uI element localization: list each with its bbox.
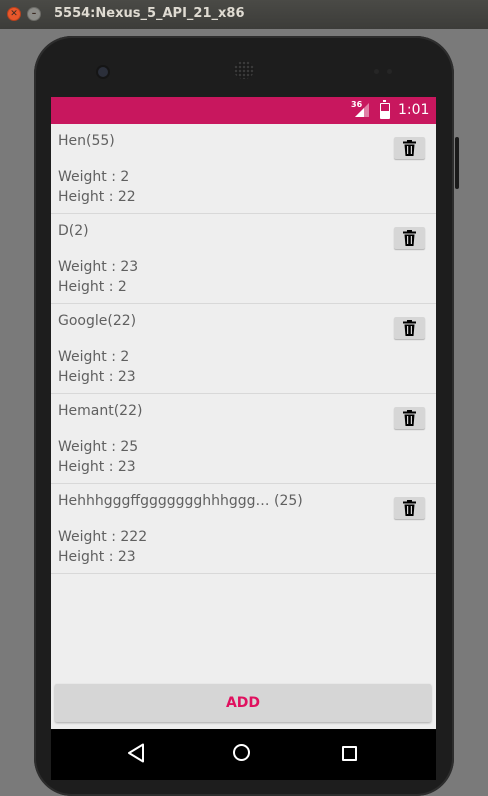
delete-button[interactable] — [394, 317, 425, 339]
item-list: Hen(55) Weight : 2 Height : 22 D(2) Weig… — [51, 124, 436, 574]
home-icon[interactable] — [233, 744, 250, 761]
trash-icon — [403, 500, 416, 516]
delete-button[interactable] — [394, 497, 425, 519]
item-weight: Weight : 23 — [58, 259, 139, 275]
item-name: Hen(55) — [58, 133, 115, 149]
item-height: Height : 22 — [58, 189, 136, 205]
item-name: Google(22) — [58, 313, 137, 329]
device-screen: 36 1:01 Hen(55) Weight : 2 Height : 22 D… — [51, 97, 436, 780]
item-name: D(2) — [58, 223, 89, 239]
item-weight: Weight : 25 — [58, 439, 139, 455]
delete-button[interactable] — [394, 407, 425, 429]
back-icon[interactable] — [127, 743, 145, 763]
minimize-icon: – — [31, 9, 37, 19]
front-camera — [98, 67, 108, 77]
item-height: Height : 2 — [58, 279, 127, 295]
add-button[interactable]: ADD — [55, 684, 431, 722]
navigation-bar — [51, 729, 436, 780]
item-weight: Weight : 222 — [58, 529, 148, 545]
power-button[interactable] — [455, 137, 459, 189]
delete-button[interactable] — [394, 227, 425, 249]
list-item[interactable]: Google(22) Weight : 2 Height : 23 — [51, 304, 436, 394]
item-height: Height : 23 — [58, 369, 136, 385]
status-bar: 36 1:01 — [51, 97, 436, 124]
recents-icon[interactable] — [342, 746, 357, 761]
item-name: Hemant(22) — [58, 403, 143, 419]
list-item[interactable]: Hemant(22) Weight : 25 Height : 23 — [51, 394, 436, 484]
battery-icon — [380, 100, 390, 119]
status-clock: 1:01 — [398, 102, 430, 118]
window-minimize-button[interactable]: – — [27, 7, 41, 21]
earpiece-speaker — [234, 61, 254, 79]
signal-icon — [355, 103, 369, 117]
trash-icon — [403, 140, 416, 156]
item-height: Height : 23 — [58, 549, 136, 565]
window-title: 5554:Nexus_5_API_21_x86 — [54, 6, 245, 21]
window-title-bar: ✕ – 5554:Nexus_5_API_21_x86 — [0, 0, 488, 29]
trash-icon — [403, 320, 416, 336]
list-item[interactable]: Hen(55) Weight : 2 Height : 22 — [51, 124, 436, 214]
list-item[interactable]: D(2) Weight : 23 Height : 2 — [51, 214, 436, 304]
trash-icon — [403, 230, 416, 246]
item-weight: Weight : 2 — [58, 349, 130, 365]
item-name: Hehhhgggffggggggghhhggg… (25) — [58, 493, 303, 509]
close-icon: ✕ — [10, 9, 18, 19]
list-item[interactable]: Hehhhgggffggggggghhhggg… (25) Weight : 2… — [51, 484, 436, 574]
item-weight: Weight : 2 — [58, 169, 130, 185]
delete-button[interactable] — [394, 137, 425, 159]
window-close-button[interactable]: ✕ — [7, 7, 21, 21]
trash-icon — [403, 410, 416, 426]
proximity-sensor — [374, 69, 379, 74]
item-height: Height : 23 — [58, 459, 136, 475]
light-sensor — [387, 69, 392, 74]
